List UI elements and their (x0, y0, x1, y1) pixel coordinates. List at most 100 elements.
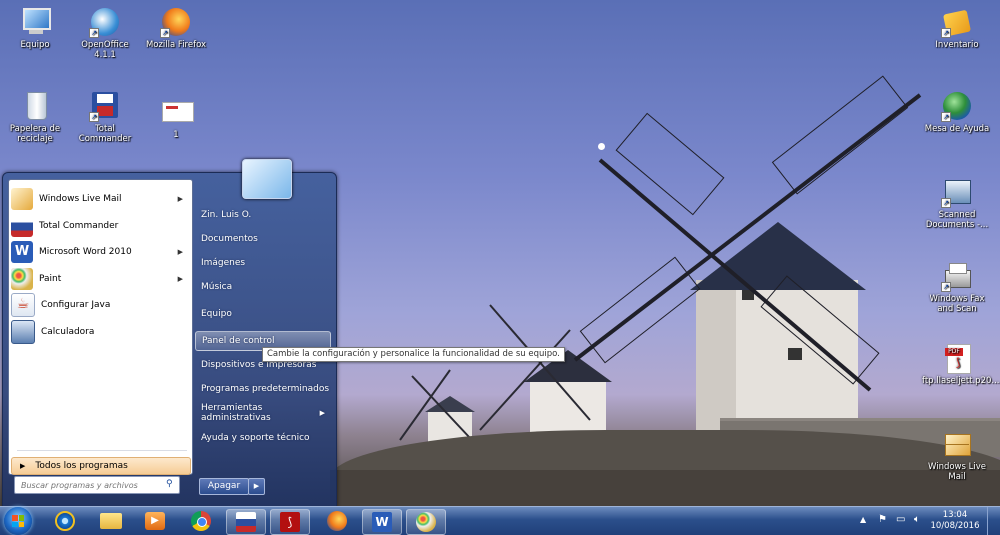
java-icon: ☕ (11, 293, 35, 317)
desktop-icon-label: Equipo (20, 40, 50, 50)
taskbar-acrobat[interactable]: ⟆ (270, 509, 310, 535)
taskbar-totalcmd[interactable] (226, 509, 266, 535)
taskbar-chrome[interactable] (182, 509, 220, 533)
program-label: Configurar Java (41, 300, 111, 310)
tooltip: Cambie la configuración y personalice la… (262, 347, 565, 362)
search-box[interactable]: ⚲ (14, 476, 180, 494)
program-item-calculadora[interactable]: Calculadora (11, 320, 189, 344)
desktop-icon-label: Inventario (935, 40, 979, 50)
network-icon[interactable]: ▭ (896, 514, 905, 525)
desktop-icon-pdf[interactable]: PDF ⟆ ftp.llaseljett.p20... (922, 342, 1000, 386)
all-programs-label: Todos los programas (35, 461, 128, 471)
clock[interactable]: 13:04 10/08/2016 (930, 510, 980, 532)
globe-icon: ↗ (941, 90, 973, 122)
desktop-icon-label: 1 (173, 130, 179, 140)
firefox-icon (327, 511, 347, 531)
program-label: Windows Live Mail (39, 194, 122, 204)
large-windmill (573, 75, 922, 450)
desktop-icon-fax[interactable]: ↗ Windows Fax and Scan (922, 260, 992, 314)
user-picture[interactable] (242, 159, 292, 199)
calculator-icon (11, 320, 35, 344)
places-label: Documentos (201, 234, 258, 244)
recycle-bin-icon (19, 90, 51, 122)
chrome-icon (191, 511, 211, 531)
folder-icon (100, 513, 122, 529)
submenu-arrow-icon: ▶ (177, 248, 183, 256)
program-label: Calculadora (41, 327, 95, 337)
desktop-icon-label: Windows Fax and Scan (929, 294, 985, 314)
places-label: Programas predeterminados (201, 384, 330, 394)
taskbar-explorer[interactable] (92, 509, 130, 533)
firefox-icon: ↗ (160, 6, 192, 38)
places-item-documentos[interactable]: Documentos (195, 229, 331, 249)
taskbar-ie[interactable] (46, 509, 84, 533)
word-icon: W (11, 241, 33, 263)
places-item-imagenes[interactable]: Imágenes (195, 253, 331, 273)
start-button[interactable] (4, 507, 32, 535)
acrobat-icon: ⟆ (280, 512, 300, 532)
places-item-musica[interactable]: Música (195, 277, 331, 297)
program-item-windows-live-mail[interactable]: Windows Live Mail ▶ (11, 187, 189, 211)
search-input[interactable] (19, 478, 163, 493)
program-item-java[interactable]: ☕ Configurar Java (11, 293, 189, 317)
start-menu-programs-pane: Windows Live Mail ▶ Total Commander W Mi… (8, 179, 193, 475)
clock-date: 10/08/2016 (930, 521, 980, 531)
rocks (330, 470, 1000, 506)
desktop-icon-papelera[interactable]: Papelera de reciclaje (0, 90, 70, 144)
action-center-flag-icon[interactable]: ⚑ (878, 514, 887, 525)
desktop-icon-label: Papelera de reciclaje (9, 124, 61, 144)
places-item-herramientas[interactable]: Herramientas administrativas ▶ (195, 403, 331, 423)
program-item-paint[interactable]: Paint ▶ (11, 267, 189, 291)
show-hidden-icons-icon[interactable]: ▲ (860, 515, 866, 524)
taskbar-media[interactable]: ▶ (136, 509, 174, 533)
scanner-icon: ↗ (941, 176, 973, 208)
windows-logo-icon (12, 515, 24, 527)
desktop-icon-totalcmd[interactable]: ↗ Total Commander (70, 90, 140, 144)
desktop-icon-livemail[interactable]: Windows Live Mail (922, 428, 992, 482)
fax-icon: ↗ (941, 260, 973, 292)
desktop-icon-equipo[interactable]: Equipo (0, 6, 70, 50)
desktop-icon-inventario[interactable]: ↗ Inventario (922, 6, 992, 50)
places-item-programas-predeterminados[interactable]: Programas predeterminados (195, 379, 331, 399)
divider (17, 450, 187, 451)
internet-explorer-icon (55, 511, 75, 531)
system-tray: ▲ ⚑ ▭ 🔈︎ 13:04 10/08/2016 (840, 507, 1000, 535)
desktop-icon-label: Mozilla Firefox (145, 40, 207, 50)
paint-icon (11, 268, 33, 290)
places-label: Música (201, 282, 233, 292)
submenu-arrow-icon: ▶ (177, 195, 183, 203)
places-item-ayuda[interactable]: Ayuda y soporte técnico (195, 428, 331, 448)
floppy-icon (11, 215, 33, 237)
shortcut-arrow-icon: ↗ (941, 112, 951, 122)
media-player-icon: ▶ (145, 512, 165, 530)
floppy-icon: ↗ (89, 90, 121, 122)
desktop-icon-openoffice[interactable]: ↗ OpenOffice 4.1.1 (70, 6, 140, 60)
desktop-icon-mesa-ayuda[interactable]: ↗ Mesa de Ayuda (922, 90, 992, 134)
taskbar-word[interactable]: W (362, 509, 402, 535)
taskbar: ▶ ⟆ W ▲ ⚑ ▭ 🔈︎ 13:04 10/08/2016 (0, 506, 1000, 535)
desktop-icon-firefox[interactable]: ↗ Mozilla Firefox (141, 6, 211, 50)
program-label: Microsoft Word 2010 (39, 247, 132, 257)
desktop-icon-file-1[interactable]: 1 (141, 96, 211, 140)
taskbar-paint[interactable] (406, 509, 446, 535)
all-programs-button[interactable]: ▶ Todos los programas (11, 457, 191, 475)
shutdown-options-button[interactable]: ▶ (248, 478, 265, 495)
desktop-icon-scanned[interactable]: ↗ Scanned Documents -... (922, 176, 992, 230)
search-icon[interactable]: ⚲ (166, 479, 176, 489)
places-label: Herramientas administrativas (201, 403, 271, 423)
volume-icon[interactable]: 🔈︎ (914, 514, 920, 525)
places-label: Equipo (201, 309, 232, 319)
shortcut-arrow-icon: ↗ (941, 198, 951, 208)
desktop-icon-label: Mesa de Ayuda (924, 124, 990, 134)
program-item-total-commander[interactable]: Total Commander (11, 214, 189, 238)
places-item-user[interactable]: Zin. Luis O. (195, 205, 331, 225)
desktop-icon-label: Windows Live Mail (927, 462, 986, 482)
shutdown-button[interactable]: Apagar (199, 478, 249, 495)
triangle-right-icon: ▶ (20, 462, 26, 470)
program-item-word[interactable]: W Microsoft Word 2010 ▶ (11, 240, 189, 264)
show-desktop-button[interactable] (987, 507, 1000, 535)
taskbar-firefox[interactable] (318, 509, 356, 533)
start-menu: Windows Live Mail ▶ Total Commander W Mi… (2, 159, 337, 508)
places-item-equipo[interactable]: Equipo (195, 304, 331, 324)
submenu-arrow-icon: ▶ (177, 275, 183, 283)
